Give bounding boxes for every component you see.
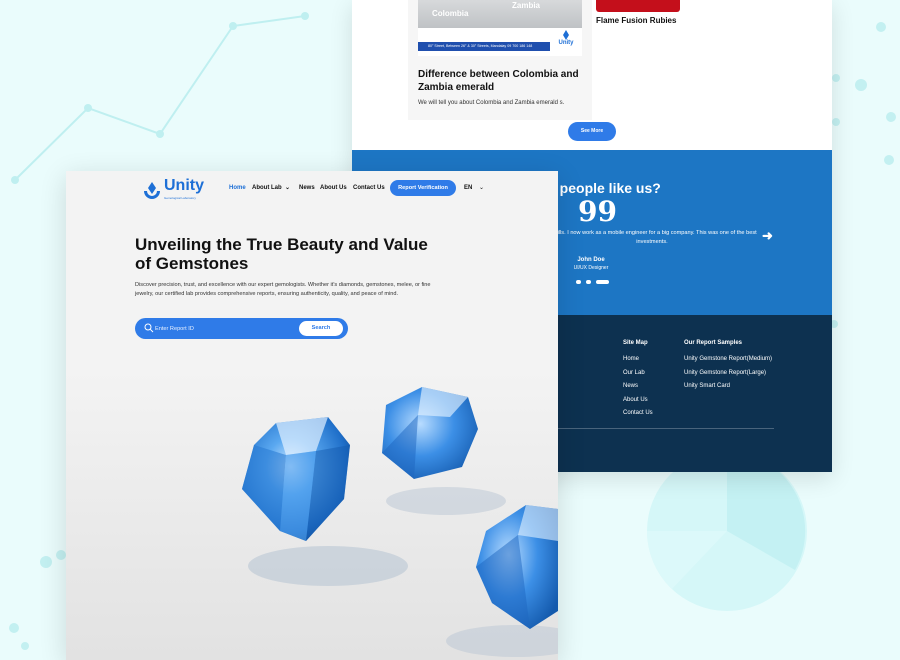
testimonial-text: g skills. I now work as a mobile enginee… — [547, 230, 757, 245]
language-selector[interactable]: EN — [464, 185, 472, 191]
nav-about-lab[interactable]: About Lab — [252, 185, 282, 191]
nav-about-us[interactable]: About Us — [320, 185, 347, 191]
image-label-zambia: Zambia — [512, 1, 541, 10]
quote-icon: 99 — [578, 195, 617, 228]
search-button[interactable]: Search — [299, 321, 343, 336]
hero-description: Discover precision, trust, and excellenc… — [135, 282, 431, 297]
article-image: Colombia Zambia 80° Street, Between 26° … — [418, 0, 582, 56]
report-verification-button[interactable]: Report Verification — [390, 180, 456, 196]
logo-tagline: Gemological Laboratory — [164, 196, 196, 200]
footer-sitemap-heading: Site Map — [623, 340, 648, 346]
chevron-down-icon[interactable]: ⌄ — [285, 184, 290, 191]
footer-link-report-large[interactable]: Unity Gemstone Report(Large) — [684, 370, 766, 376]
footer-divider — [556, 428, 774, 429]
image-stage: Colombia Zambia — [418, 0, 582, 28]
article-card-emerald[interactable]: Colombia Zambia 80° Street, Between 26° … — [408, 0, 592, 120]
unity-logo-icon — [144, 182, 160, 199]
image-label-colombia: Colombia — [432, 9, 469, 18]
carousel-dot-2[interactable] — [586, 280, 591, 284]
footer-link-about-us[interactable]: About Us — [623, 397, 648, 403]
nav-home[interactable]: Home — [229, 185, 246, 191]
footer-link-news[interactable]: News — [623, 383, 638, 389]
footer-link-report-medium[interactable]: Unity Gemstone Report(Medium) — [684, 356, 772, 362]
testimonial-heading: y people like us? — [548, 180, 661, 196]
footer-samples-heading: Our Report Samples — [684, 340, 743, 346]
chevron-down-icon[interactable]: ⌄ — [479, 184, 484, 191]
nav-news[interactable]: News — [299, 185, 315, 191]
article-excerpt: We will tell you about Colombia and Zamb… — [418, 100, 565, 106]
footer-link-smart-card[interactable]: Unity Smart Card — [684, 383, 730, 389]
logo-name: Unity — [164, 177, 204, 194]
front-page-window: Unity Gemological Laboratory Home About … — [66, 171, 558, 660]
ruby-article-title[interactable]: Flame Fusion Rubies — [596, 16, 676, 25]
hero-gemstones-image — [66, 371, 558, 660]
site-logo[interactable]: Unity Gemological Laboratory — [142, 177, 206, 201]
image-logo: Unity — [553, 28, 579, 52]
search-icon — [144, 323, 154, 333]
footer-link-our-lab[interactable]: Our Lab — [623, 370, 645, 376]
testimonial-role: UI/UX Designer — [573, 265, 609, 271]
footer-link-contact-us[interactable]: Contact Us — [623, 410, 653, 416]
report-id-input[interactable] — [155, 321, 295, 336]
article-title[interactable]: Difference between Colombia and Zambia e… — [418, 68, 590, 94]
see-more-button[interactable]: See More — [568, 122, 616, 141]
image-contact-strip: 80° Street, Between 26° & 30° Streets, M… — [418, 42, 550, 51]
arrow-right-icon[interactable]: ➜ — [762, 228, 773, 244]
carousel-dot-active[interactable] — [596, 280, 609, 284]
nav-contact-us[interactable]: Contact Us — [353, 185, 385, 191]
footer-link-home[interactable]: Home — [623, 356, 639, 362]
report-search-bar: Search — [135, 318, 348, 339]
ruby-article-image[interactable] — [596, 0, 680, 12]
hero-title: Unveiling the True Beauty and Value of G… — [135, 235, 428, 273]
carousel-dot-1[interactable] — [576, 280, 581, 284]
testimonial-name: John Doe — [577, 257, 605, 263]
